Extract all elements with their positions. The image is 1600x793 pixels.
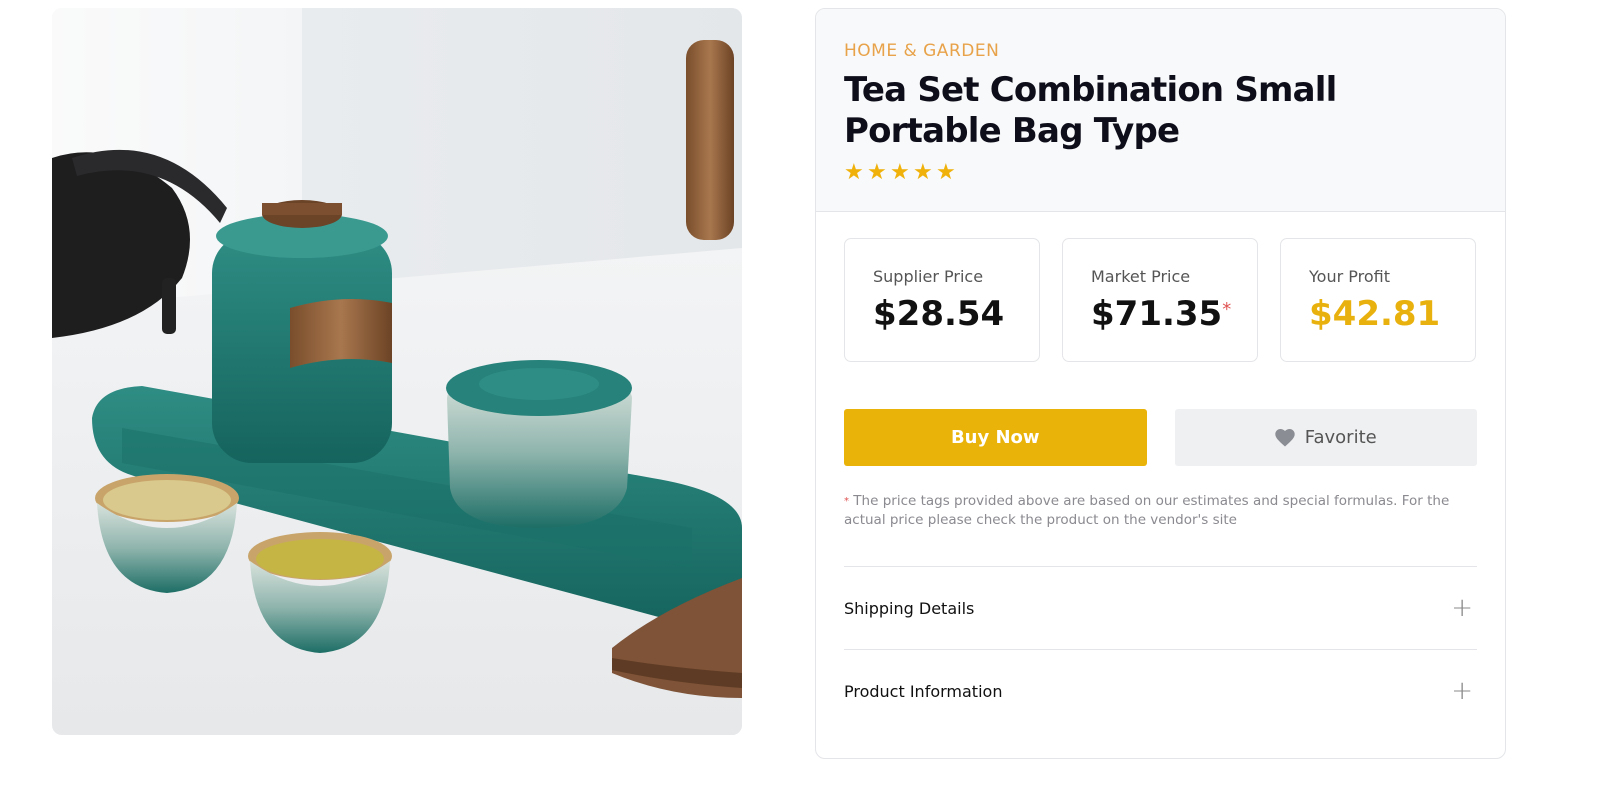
star-icon: ★: [913, 160, 933, 185]
supplier-price-box: Supplier Price $28.54: [844, 238, 1040, 362]
market-price-asterisk: *: [1222, 299, 1232, 320]
product-header: HOME & GARDEN Tea Set Combination Small …: [816, 9, 1505, 212]
product-image: [52, 8, 742, 735]
profit-box: Your Profit $42.81: [1280, 238, 1476, 362]
supplier-price-label: Supplier Price: [873, 267, 984, 286]
details-accordion: Shipping Details + Product Information +: [844, 566, 1477, 732]
star-icon: ★: [890, 160, 910, 185]
market-price-value: $71.35: [1091, 294, 1223, 334]
plus-icon[interactable]: +: [1451, 678, 1473, 704]
market-price-box: Market Price $71.35*: [1062, 238, 1258, 362]
accordion-label: Shipping Details: [844, 598, 975, 618]
buy-now-button[interactable]: Buy Now: [844, 409, 1147, 466]
product-card: HOME & GARDEN Tea Set Combination Small …: [815, 8, 1506, 759]
market-price: $71.35*: [1091, 295, 1257, 333]
market-price-label: Market Price: [1091, 267, 1191, 286]
price-summary: Supplier Price $28.54 Market Price $71.3…: [844, 238, 1477, 362]
heart-icon: [1275, 428, 1295, 446]
disclaimer-text: The price tags provided above are based …: [844, 493, 1450, 528]
star-icon: ★: [936, 160, 956, 185]
price-disclaimer: * The price tags provided above are base…: [844, 492, 1477, 530]
action-buttons: Buy Now Favorite: [844, 409, 1477, 466]
rating-stars: ★ ★ ★ ★ ★: [844, 162, 1477, 184]
accordion-label: Product Information: [844, 681, 1003, 701]
accordion-shipping-details[interactable]: Shipping Details +: [844, 566, 1477, 649]
favorite-label: Favorite: [1304, 427, 1377, 448]
favorite-button[interactable]: Favorite: [1174, 409, 1477, 466]
profit-label: Your Profit: [1309, 267, 1390, 286]
profit-value: $42.81: [1309, 294, 1441, 334]
product-category[interactable]: HOME & GARDEN: [844, 40, 1477, 62]
supplier-price-value: $28.54: [873, 294, 1005, 334]
accordion-product-information[interactable]: Product Information +: [844, 649, 1477, 732]
star-icon: ★: [867, 160, 887, 185]
disclaimer-asterisk: *: [844, 496, 849, 507]
product-title: Tea Set Combination Small Portable Bag T…: [844, 70, 1337, 151]
plus-icon[interactable]: +: [1451, 595, 1473, 621]
star-icon: ★: [844, 160, 864, 185]
